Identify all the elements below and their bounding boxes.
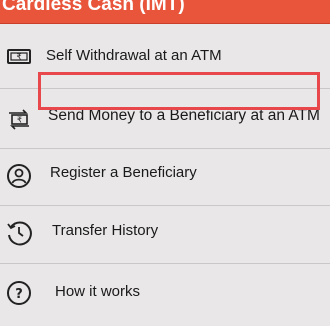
svg-text:₹: ₹ <box>16 53 21 62</box>
app-header: Cardless Cash (IMT) <box>0 0 330 24</box>
cash-note-icon: ₹ <box>6 44 32 70</box>
page-title: Cardless Cash (IMT) <box>2 0 185 15</box>
menu-item-register-beneficiary[interactable]: Register a Beneficiary <box>0 149 330 205</box>
menu-item-label: Self Withdrawal at an ATM <box>46 47 222 64</box>
menu-item-label: How it works <box>55 283 141 300</box>
svg-text:₹: ₹ <box>17 116 22 125</box>
history-clock-icon <box>6 220 32 246</box>
menu-item-how-it-works[interactable]: ? How it works <box>0 264 330 326</box>
rupee-transfer-icon: ₹ <box>6 105 32 131</box>
menu-item-transfer-history[interactable]: Transfer History <box>0 206 330 263</box>
menu-item-label: Register a Beneficiary <box>50 164 197 181</box>
menu-item-label: Transfer History <box>52 222 159 239</box>
help-circle-icon: ? <box>6 280 32 306</box>
highlight-box <box>38 72 320 110</box>
app-screen: Cardless Cash (IMT) ₹ Self Withdrawal at… <box>0 0 330 326</box>
user-circle-icon <box>6 163 32 189</box>
svg-text:?: ? <box>15 287 23 302</box>
